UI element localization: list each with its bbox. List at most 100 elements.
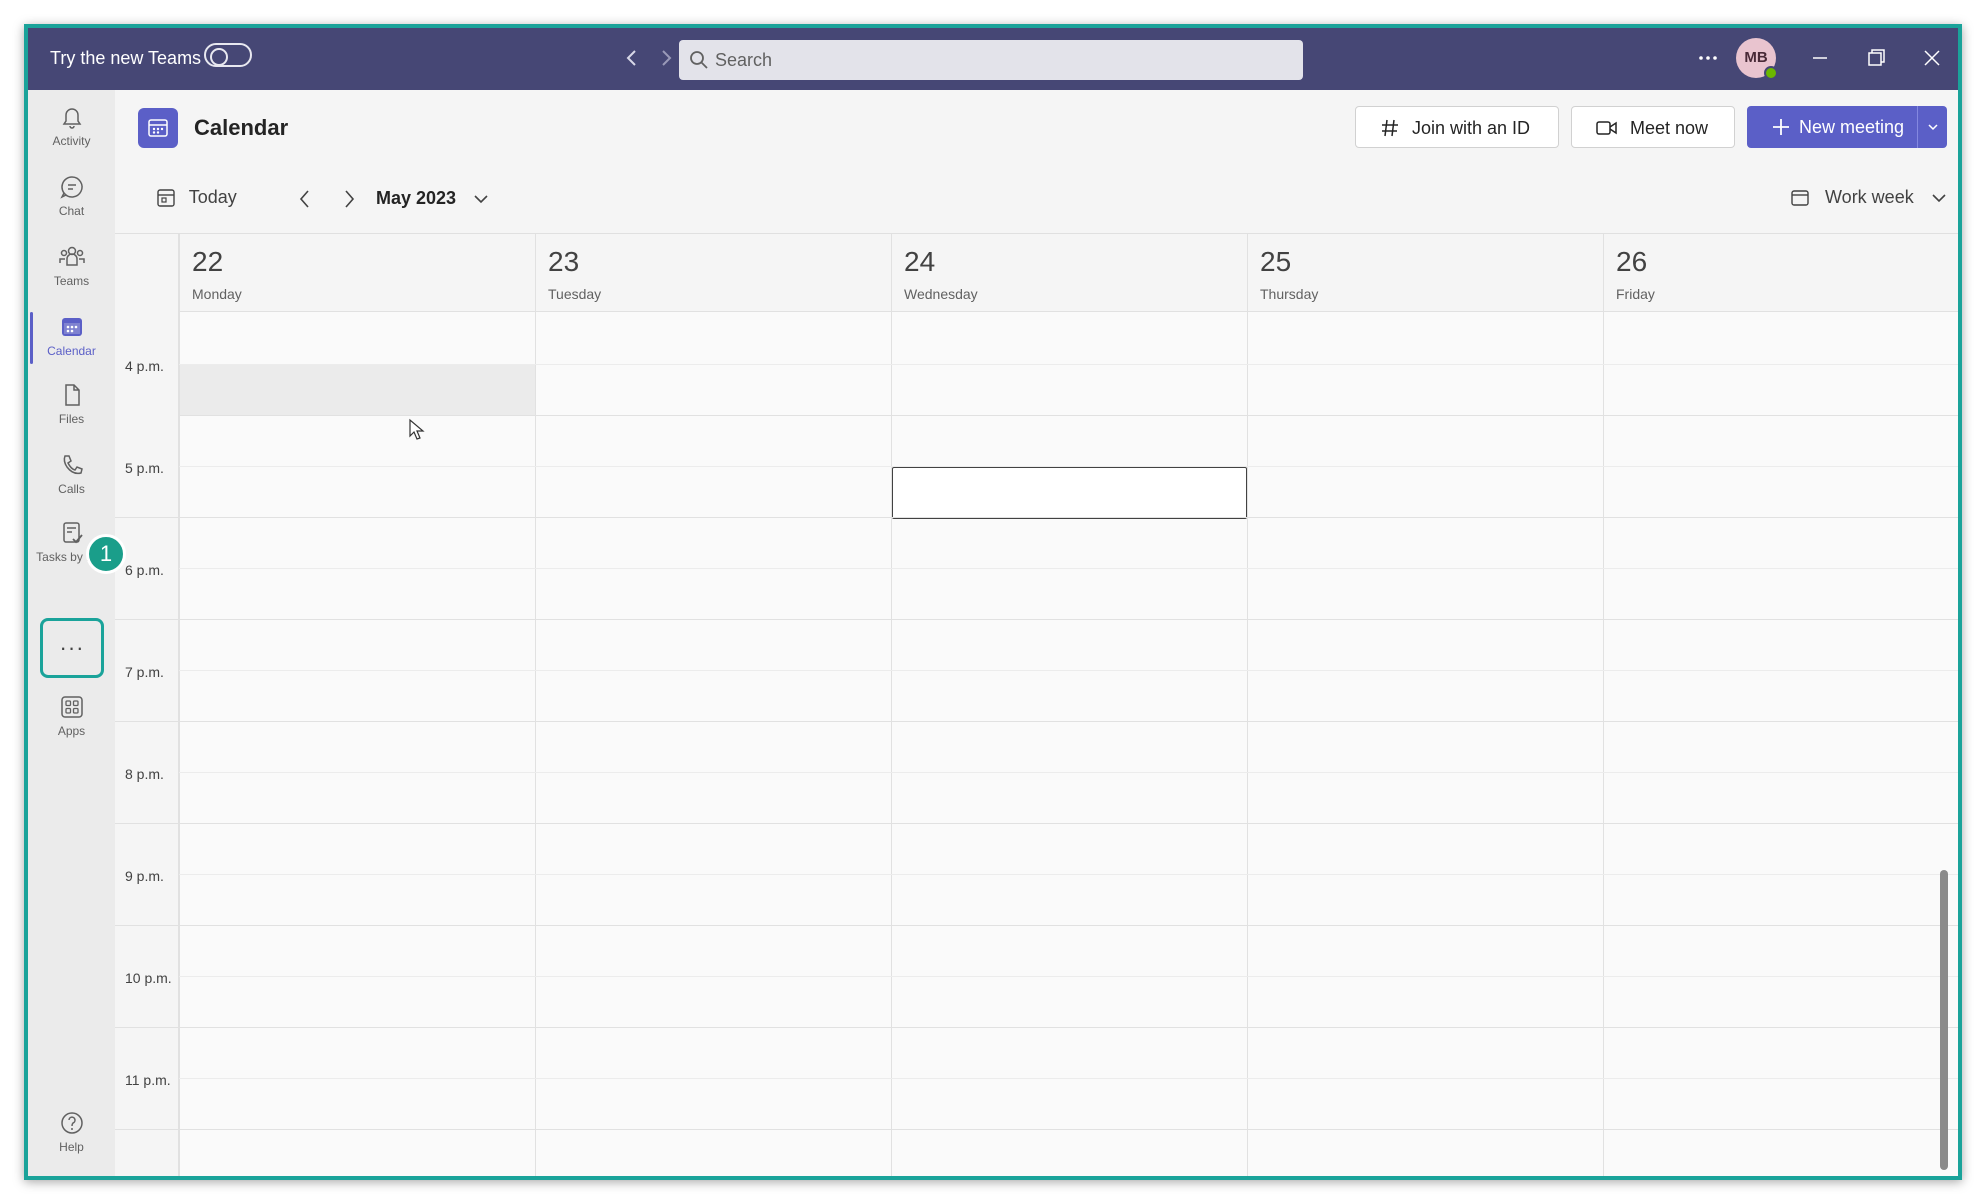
chevron-down-icon — [1928, 124, 1938, 131]
chevron-down-icon — [474, 195, 488, 204]
rail-item-calendar[interactable]: Calendar — [28, 306, 115, 370]
forward-button[interactable] — [652, 42, 680, 74]
gridline — [115, 925, 1958, 926]
more-apps-button[interactable]: ··· — [40, 618, 104, 678]
new-teams-toggle[interactable] — [204, 43, 252, 67]
meet-now-button[interactable]: Meet now — [1571, 106, 1735, 148]
app-rail: Activity Chat Teams Calendar Files Calls… — [28, 90, 115, 1176]
rail-label: Teams — [53, 274, 90, 288]
bell-icon — [62, 108, 81, 129]
gridline — [179, 415, 1958, 416]
search-box[interactable] — [679, 40, 1303, 80]
rail-label: Activity — [52, 134, 91, 148]
chevron-down-icon — [1932, 194, 1946, 203]
apps-icon — [60, 696, 83, 718]
time-label: 6 p.m. — [125, 562, 164, 578]
chevron-right-icon — [662, 50, 672, 66]
new-meeting-button[interactable]: New meeting — [1747, 106, 1917, 148]
rail-label: Files — [58, 412, 85, 426]
rail-item-teams[interactable]: Teams — [28, 236, 115, 300]
selected-time-slot[interactable] — [892, 467, 1247, 519]
gridline — [179, 1078, 1958, 1079]
day-name: Tuesday — [548, 286, 602, 302]
today-button[interactable]: Today — [156, 187, 237, 209]
search-input[interactable] — [715, 46, 1285, 74]
step-badge: 1 — [86, 534, 126, 574]
rail-item-chat[interactable]: Chat — [28, 166, 115, 230]
view-label: Work week — [1825, 187, 1914, 207]
chat-icon — [59, 176, 83, 199]
day-header-friday: 26 Friday — [1603, 234, 1958, 312]
day-name: Wednesday — [904, 286, 978, 302]
rail-label: Calls — [58, 482, 85, 496]
new-meeting-label: New meeting — [1799, 117, 1905, 137]
time-label: 8 p.m. — [125, 766, 164, 782]
day-column-wednesday[interactable] — [891, 312, 1247, 1176]
search-icon — [690, 51, 708, 69]
day-number: 26 — [1616, 246, 1648, 277]
month-label: May 2023 — [376, 188, 457, 208]
meet-now-label: Meet now — [1630, 118, 1709, 138]
calendar-toolbar: Today May 2023 Work week — [115, 170, 1958, 234]
time-label: 7 p.m. — [125, 664, 164, 680]
day-column-thursday[interactable] — [1247, 312, 1603, 1176]
settings-more-button[interactable] — [1690, 42, 1726, 74]
next-week-button[interactable] — [337, 184, 361, 219]
time-label: 10 p.m. — [125, 970, 172, 986]
month-picker[interactable]: May 2023 — [376, 188, 491, 209]
hashtag-icon — [1382, 119, 1398, 137]
rail-item-help[interactable]: Help — [28, 1102, 115, 1166]
today-label: Today — [188, 187, 237, 207]
day-header-monday: 22 Monday — [179, 234, 535, 312]
join-with-id-button[interactable]: Join with an ID — [1355, 106, 1559, 148]
calendar-icon — [61, 318, 82, 336]
close-button[interactable] — [1912, 40, 1952, 76]
rail-item-apps[interactable]: Apps — [28, 686, 115, 750]
previous-week-button[interactable] — [293, 184, 317, 219]
day-column-monday[interactable] — [179, 312, 535, 1176]
minimize-button[interactable] — [1800, 40, 1840, 76]
restore-icon — [1868, 49, 1885, 66]
rail-item-activity[interactable]: Activity — [28, 96, 115, 160]
day-column-tuesday[interactable] — [535, 312, 891, 1176]
hovered-time-slot[interactable] — [180, 364, 535, 415]
calendar-icon — [148, 119, 168, 137]
gridline — [179, 670, 1958, 671]
new-meeting-dropdown-button[interactable] — [1917, 106, 1947, 148]
rail-label: Apps — [57, 724, 86, 738]
minimize-icon — [1813, 57, 1827, 59]
teams-icon — [58, 246, 85, 266]
day-number: 22 — [192, 246, 224, 277]
back-button[interactable] — [618, 42, 646, 74]
restore-button[interactable] — [1856, 40, 1896, 76]
gridline — [179, 976, 1958, 977]
day-header-thursday: 25 Thursday — [1247, 234, 1603, 312]
teams-window: Try the new Teams MB — [24, 24, 1962, 1180]
gridline — [115, 1129, 1958, 1130]
day-number: 24 — [904, 246, 936, 277]
gridline — [115, 619, 1958, 620]
chevron-left-icon — [626, 50, 636, 66]
more-horizontal-icon — [1699, 56, 1717, 60]
day-column-friday[interactable] — [1603, 312, 1958, 1176]
time-label: 4 p.m. — [125, 358, 164, 374]
rail-item-calls[interactable]: Calls — [28, 444, 115, 508]
chevron-right-icon — [345, 190, 355, 208]
help-icon — [60, 1112, 83, 1134]
rail-item-files[interactable]: Files — [28, 374, 115, 438]
gridline — [115, 721, 1958, 722]
file-icon — [64, 384, 80, 406]
day-name: Monday — [192, 286, 242, 302]
time-label: 11 p.m. — [125, 1072, 171, 1088]
close-icon — [1924, 50, 1940, 66]
vertical-scrollbar[interactable] — [1940, 870, 1948, 1170]
more-horizontal-icon: ··· — [59, 635, 85, 660]
gridline — [179, 772, 1958, 773]
gridline — [115, 823, 1958, 824]
plus-icon — [1773, 119, 1789, 135]
tasks-icon — [62, 522, 83, 544]
view-switcher[interactable]: Work week — [1790, 187, 1949, 208]
rail-label: Help — [59, 1140, 84, 1154]
day-number: 23 — [548, 246, 580, 277]
avatar[interactable]: MB — [1736, 38, 1778, 80]
